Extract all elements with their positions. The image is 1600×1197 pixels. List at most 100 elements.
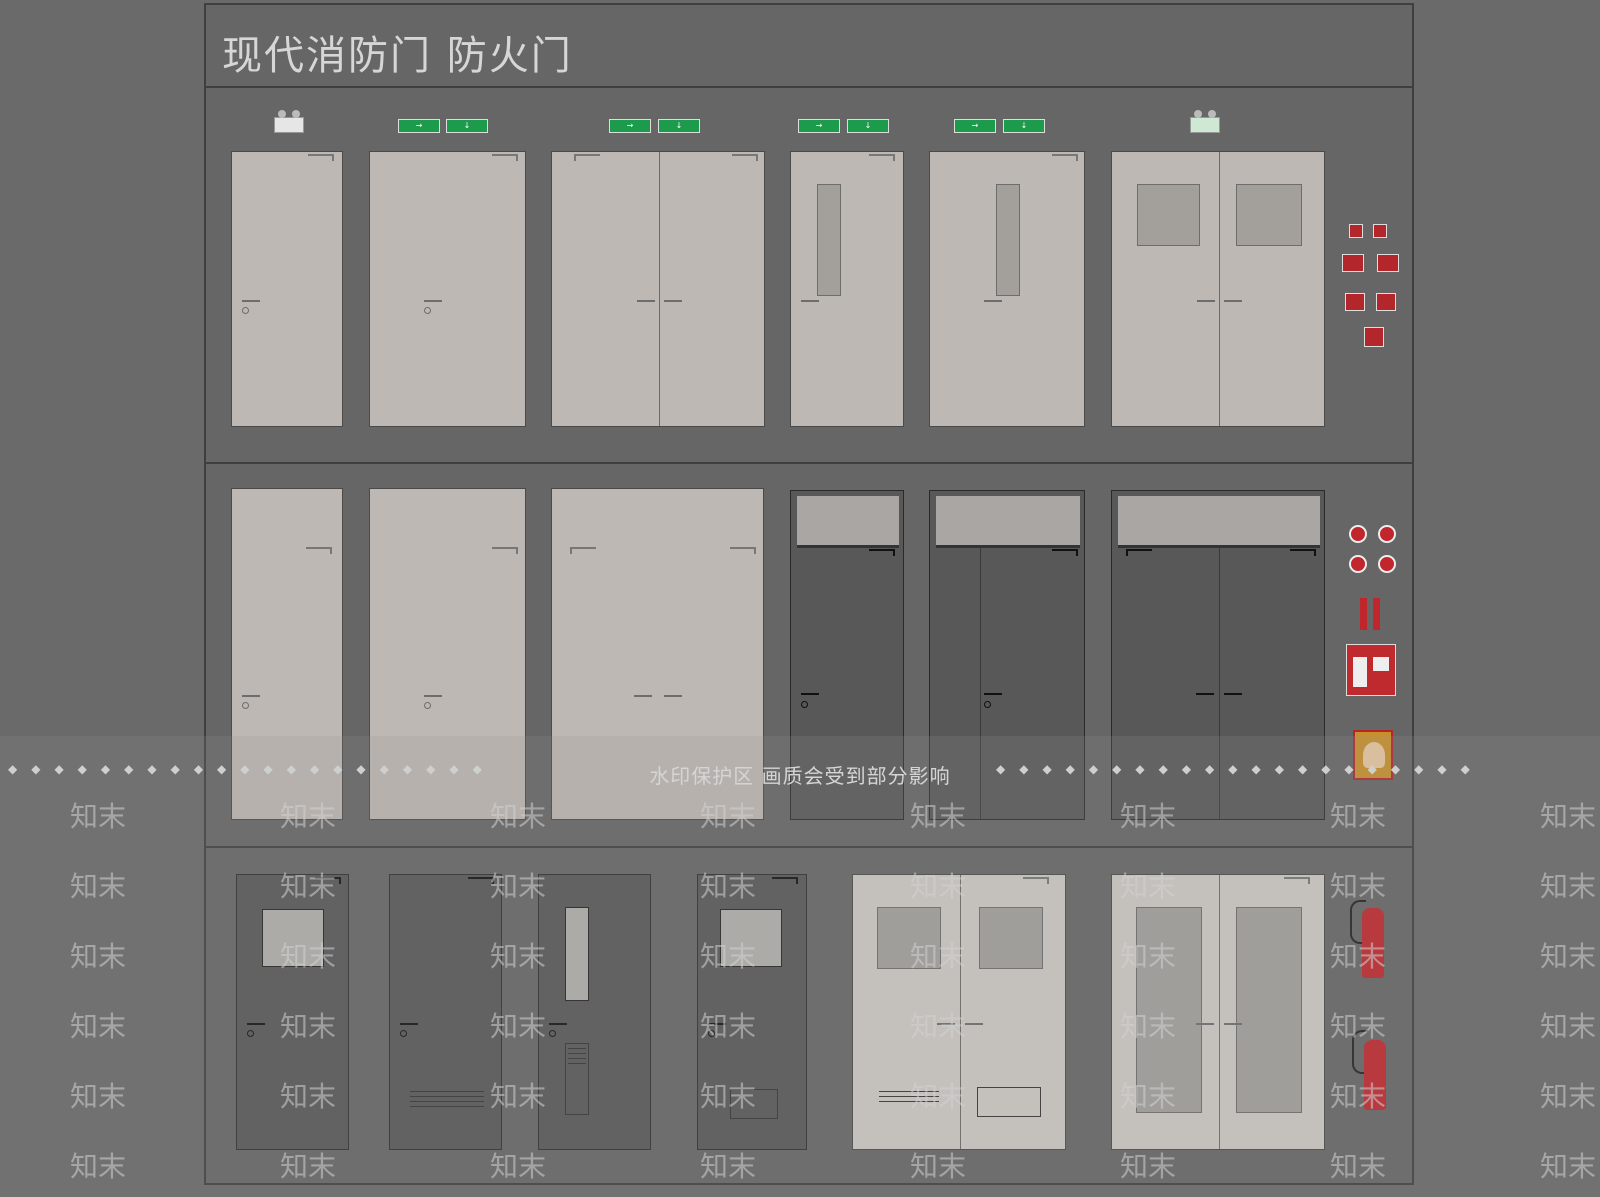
door-closer [1126, 549, 1152, 556]
fire-door-single [231, 151, 343, 427]
door-lock [242, 702, 249, 709]
vision-panel [1236, 907, 1302, 1113]
door-handle [637, 300, 655, 302]
door-handle [634, 695, 652, 697]
door-closer [308, 154, 334, 161]
door-closer [574, 154, 600, 161]
fire-door-single-vision-louver [538, 874, 651, 1150]
fire-door-single-vision [790, 151, 904, 427]
louver-vent [977, 1087, 1041, 1117]
door-handle [549, 1023, 567, 1025]
door-closer [730, 547, 756, 554]
fire-door-mother-child [369, 151, 526, 427]
emergency-light-icon [1190, 110, 1220, 133]
door-handle [984, 300, 1002, 302]
vision-panel [996, 184, 1020, 296]
watermark-text: 知末 [1330, 870, 1387, 903]
door-leaf-divider [659, 152, 660, 426]
door-handle [664, 695, 682, 697]
watermark-text: 知末 [700, 870, 757, 903]
watermark-text: 知末 [1120, 800, 1177, 833]
watermark-text: 知末 [910, 870, 967, 903]
watermark-text: 知末 [700, 1010, 757, 1043]
watermark-text: 知末 [1120, 870, 1177, 903]
watermark-text: 知末 [910, 800, 967, 833]
exit-sign-icon: ↓ [658, 119, 700, 133]
door-lock [400, 1030, 407, 1037]
watermark-text: 知末 [490, 870, 547, 903]
watermark-text: 知末 [1540, 940, 1597, 973]
watermark-text: 知末 [490, 1150, 547, 1183]
exit-sign-icon: → [398, 119, 440, 133]
watermark-text: 知末 [1540, 1080, 1597, 1113]
fire-door-double [551, 151, 765, 427]
door-closer [869, 549, 895, 556]
door-lock [984, 701, 991, 708]
smoke-detector-icon [1378, 525, 1396, 543]
watermark-text: 知末 [1330, 1080, 1387, 1113]
fire-hydrant-icon [1373, 598, 1380, 630]
fire-alarm-bell-icon [1378, 555, 1396, 573]
watermark-text: 知末 [700, 1150, 757, 1183]
watermark-text: 知末 [910, 1010, 967, 1043]
watermark-text: 知末 [490, 940, 547, 973]
transom-panel [1118, 496, 1320, 548]
watermark-text: 知末 [1330, 800, 1387, 833]
door-lock [424, 307, 431, 314]
door-handle [1197, 300, 1215, 302]
louver-vent [565, 1043, 589, 1115]
door-lock [549, 1030, 556, 1037]
watermark-text: 知末 [1540, 800, 1597, 833]
door-closer [1023, 877, 1049, 884]
fire-door-mother-child-vision [929, 151, 1085, 427]
transom-panel [936, 496, 1080, 548]
door-closer [492, 154, 518, 161]
door-handle [242, 300, 260, 302]
watermark-text: 知末 [280, 800, 337, 833]
fire-alarm-icon [1364, 327, 1384, 347]
fire-alarm-icon [1376, 293, 1396, 311]
watermark-text: 知末 [1120, 1010, 1177, 1043]
door-handle [1224, 693, 1242, 695]
door-handle [1196, 693, 1214, 695]
door-handle [424, 300, 442, 302]
watermark-text: 知末 [490, 1080, 547, 1113]
watermark-text: 知末 [700, 800, 757, 833]
fire-alarm-bell-icon [1349, 555, 1367, 573]
door-handle [1196, 1023, 1214, 1025]
watermark-text: 知末 [700, 1080, 757, 1113]
door-leaf-divider [1219, 875, 1220, 1149]
watermark-text: 知末 [910, 1150, 967, 1183]
watermark-text: 知末 [280, 1150, 337, 1183]
fire-alarm-icon [1342, 254, 1364, 272]
door-closer [1290, 549, 1316, 556]
watermark-text: 知末 [70, 1080, 127, 1113]
door-closer [570, 547, 596, 554]
door-handle [400, 1023, 418, 1025]
watermark-text: 知末 [700, 940, 757, 973]
door-handle [424, 695, 442, 697]
title-bar: 现代消防门 防火门 [204, 3, 1414, 88]
door-lock [801, 701, 808, 708]
fire-hydrant-icon [1360, 598, 1367, 630]
fire-alarm-icon [1373, 224, 1387, 238]
door-closer [306, 547, 332, 554]
door-closer [772, 877, 798, 884]
door-closer [1284, 877, 1310, 884]
watermark-text: 知末 [910, 940, 967, 973]
fire-alarm-icon [1377, 254, 1399, 272]
louver-vent [408, 1087, 486, 1115]
vision-panel [817, 184, 841, 296]
watermark-text: 知末 [1120, 1080, 1177, 1113]
watermark-text: 知末 [70, 1150, 127, 1183]
door-closer [1052, 549, 1078, 556]
fire-door-double-vision [1111, 151, 1325, 427]
watermark-text: 知末 [910, 1080, 967, 1113]
watermark-text: 知末 [1330, 1150, 1387, 1183]
transom-panel [797, 496, 899, 548]
door-handle [1224, 1023, 1242, 1025]
door-lock [247, 1030, 254, 1037]
watermark-text: 知末 [1120, 1150, 1177, 1183]
door-lock [424, 702, 431, 709]
watermark-text: 知末 [1540, 870, 1597, 903]
